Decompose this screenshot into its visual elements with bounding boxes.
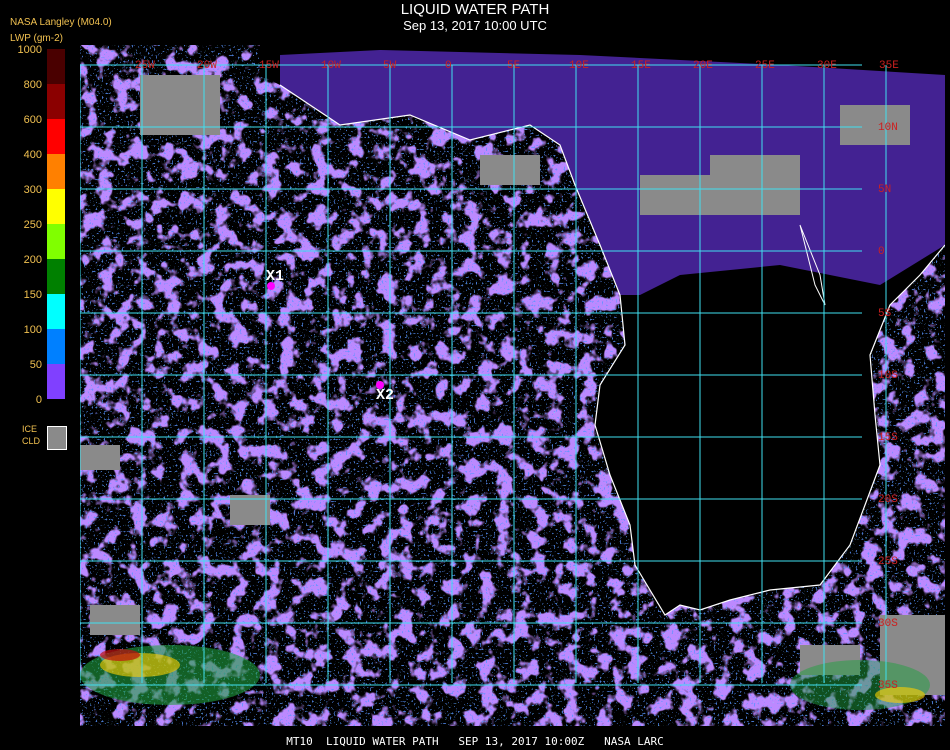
legend-swatch — [47, 259, 65, 294]
lon-label: 20E — [693, 60, 713, 72]
legend-swatch — [47, 224, 65, 259]
legend-level-400: 400 — [23, 149, 42, 161]
lat-label: 20S — [878, 494, 898, 506]
legend-level-300: 300 — [23, 184, 42, 196]
map-timestamp: Sep 13, 2017 10:00 UTC — [403, 18, 547, 33]
legend-level-600: 600 — [23, 114, 42, 126]
legend-swatch — [47, 84, 65, 119]
lon-label: 15W — [259, 60, 279, 72]
lon-label: 20W — [197, 60, 217, 72]
legend-level-50: 50 — [29, 359, 42, 371]
legend-swatch — [47, 154, 65, 189]
legend-swatch — [47, 189, 65, 224]
marker-x2[interactable]: X2 — [376, 387, 394, 404]
lat-label: 25S — [878, 556, 898, 568]
legend-swatch — [47, 49, 65, 84]
legend-level-200: 200 — [23, 254, 42, 266]
color-legend: 1000 800 600 400 300 250 200 150 100 50 0 — [0, 40, 80, 460]
legend-level-250: 250 — [23, 219, 42, 231]
footer-caption: MT10 LIQUID WATER PATH SEP 13, 2017 10:0… — [286, 735, 664, 748]
legend-level-0: 0 — [35, 394, 42, 406]
lon-label: 5W — [383, 60, 397, 72]
map-title: LIQUID WATER PATH — [400, 1, 550, 18]
legend-swatch — [47, 329, 65, 364]
legend-level-800: 800 — [23, 79, 42, 91]
lon-label: 25E — [755, 60, 775, 72]
lon-label: 25W — [135, 60, 155, 72]
lon-label: 0 — [445, 60, 452, 72]
lon-label: 35E — [879, 60, 899, 72]
legend-swatch — [47, 364, 65, 399]
lat-label: 30S — [878, 618, 898, 630]
lat-label: 10N — [878, 122, 898, 134]
legend-swatch — [47, 294, 65, 329]
lon-label: 15E — [631, 60, 651, 72]
legend-level-100: 100 — [23, 324, 42, 336]
legend-level-150: 150 — [23, 289, 42, 301]
lat-label: 10S — [878, 370, 898, 382]
ice-cloud-swatch — [47, 426, 67, 450]
lon-label: 10E — [569, 60, 589, 72]
lat-label: 35S — [878, 680, 898, 692]
lat-label: 5N — [878, 184, 891, 196]
producer-label: NASA Langley (M04.0) — [10, 17, 112, 28]
lat-label: 15S — [878, 432, 898, 444]
lon-label: 30E — [817, 60, 837, 72]
lon-label: 10W — [321, 60, 341, 72]
lat-label: 0 — [878, 246, 885, 258]
legend-level-1000: 1000 — [17, 44, 42, 56]
ice-label: ICE — [22, 424, 38, 434]
legend-swatch — [47, 119, 65, 154]
lon-label: 5E — [507, 60, 521, 72]
lat-label: 5S — [878, 308, 892, 320]
satellite-map[interactable]: 25W 20W 15W 10W 5W 0 5E 10E 15E 20E 25E 30E 35E 10N 5N… — [80, 45, 945, 726]
marker-x1[interactable]: X1 — [266, 268, 284, 285]
cld-label: CLD — [22, 436, 41, 446]
